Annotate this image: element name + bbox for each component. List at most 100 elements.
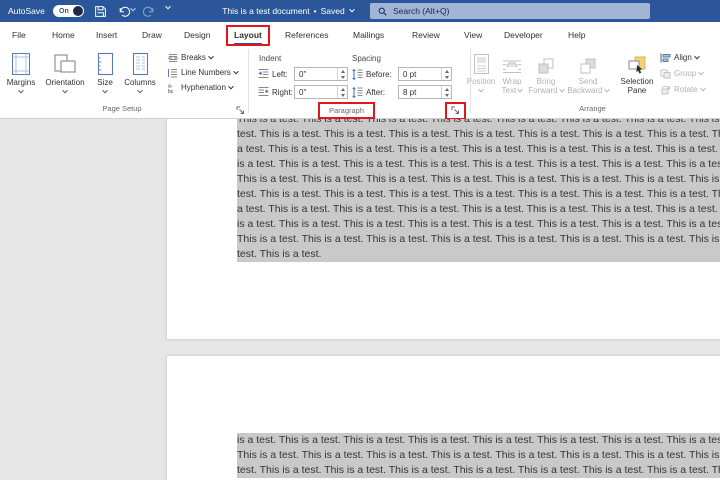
selection-pane-label-2: Pane [628,86,647,95]
position-dropdown-chevron-icon [478,87,484,93]
group-dropdown-chevron-icon [698,69,704,75]
title-dropdown-chevron-icon [349,7,355,13]
ribbon-tab-bar: File Home Insert Draw Design Layout Refe… [0,22,720,47]
indent-left-value: 0" [295,68,337,80]
page-2-selected-text[interactable]: is a test. This is a test. This is a tes… [237,433,720,478]
paragraph-dialog-launcher[interactable] [451,106,461,116]
annotation-box-paragraph-label: Paragraph [318,102,375,119]
send-backward-dropdown-chevron-icon [604,87,610,93]
margins-icon [4,49,38,76]
tab-draw[interactable]: Draw [142,22,162,47]
hyphenation-dropdown-chevron-icon [228,83,234,89]
rotate-icon [660,85,671,95]
send-backward-label-2: Backward [567,86,602,95]
spacing-before-spinner[interactable] [441,68,451,80]
search-input[interactable]: Search (Alt+Q) [370,3,650,19]
spacing-after-row: After: [352,87,385,98]
send-backward-icon [566,49,610,75]
document-title[interactable]: This is a test document • Saved [213,0,363,22]
orientation-icon [41,49,89,76]
send-backward-button-disabled: Send Backward [566,49,610,95]
size-dropdown-chevron-icon [102,88,108,94]
align-dropdown-chevron-icon [694,53,700,59]
orientation-dropdown-chevron-icon [62,88,68,94]
margins-button[interactable]: Margins [4,49,38,97]
tab-mailings[interactable]: Mailings [353,22,384,47]
spacing-after-spinner[interactable] [441,86,451,98]
indent-section-label: Indent [259,54,281,63]
selection-pane-button[interactable]: Selection Pane [616,49,658,95]
indent-right-label: Right: [272,88,293,97]
page-setup-group-label: Page Setup [0,104,244,113]
align-button[interactable]: Align [660,52,699,63]
size-icon [91,49,119,76]
indent-left-spinner[interactable] [337,68,347,80]
tab-view[interactable]: View [464,22,482,47]
columns-button[interactable]: Columns [120,49,160,97]
selection-pane-label-1: Selection [621,77,654,86]
breaks-button[interactable]: Breaks [168,52,213,63]
indent-right-row: Right: [258,87,293,97]
wrap-text-icon [497,49,527,75]
align-icon [660,53,671,63]
columns-label: Columns [120,78,160,87]
bring-forward-dropdown-chevron-icon [559,87,565,93]
indent-right-spinner[interactable] [337,86,347,98]
annotation-box-paragraph-launcher [445,102,466,120]
tab-design[interactable]: Design [184,22,210,47]
autosave-toggle[interactable]: On [53,5,84,17]
quick-access-toolbar-menu-icon[interactable] [163,6,172,10]
bring-forward-button-disabled: Bring Forward [527,49,565,95]
title-bar: AutoSave On This is a test document • Sa… [0,0,720,22]
indent-right-value: 0" [295,86,337,98]
tab-references[interactable]: References [285,22,328,47]
document-title-text: This is a test document [222,6,309,16]
undo-icon[interactable] [116,3,132,19]
autosave-toggle-knob [73,6,83,16]
indent-left-icon [258,69,269,79]
tab-developer[interactable]: Developer [504,22,543,47]
hyphenation-button[interactable]: a- bc Hyphenation [168,82,233,93]
spacing-after-label: After: [366,88,385,97]
indent-right-icon [258,87,269,97]
spacing-section-label: Spacing [352,54,381,63]
indent-left-input[interactable]: 0" [294,67,348,81]
save-icon[interactable] [92,3,108,19]
breaks-icon [168,53,178,63]
tab-file[interactable]: File [12,22,26,47]
arrange-group-label: Arrange [470,104,715,113]
search-placeholder: Search (Alt+Q) [393,6,449,16]
wrap-text-button-disabled: Wrap Text [497,49,527,95]
rotate-button-disabled: Rotate [660,84,705,95]
document-canvas[interactable]: This is a test. This is a test. This is … [0,119,720,480]
page-setup-dialog-launcher[interactable] [236,106,246,116]
wrap-text-label-2: Text [502,86,517,95]
autosave-toggle-state: On [59,8,69,15]
indent-right-input[interactable]: 0" [294,85,348,99]
indent-left-row: Left: [258,69,288,79]
tab-insert[interactable]: Insert [96,22,117,47]
bring-forward-label-2: Forward [528,86,557,95]
line-numbers-button[interactable]: Line Numbers [168,67,238,78]
tab-home[interactable]: Home [52,22,75,47]
orientation-label: Orientation [41,78,89,87]
group-icon [660,69,671,79]
tab-review[interactable]: Review [412,22,440,47]
spacing-before-icon [352,69,363,80]
spacing-after-input[interactable]: 8 pt [398,85,452,99]
spacing-before-input[interactable]: 0 pt [398,67,452,81]
tab-help[interactable]: Help [568,22,585,47]
title-separator: • [314,6,317,16]
spacing-after-icon [352,87,363,98]
group-button-disabled: Group [660,68,703,79]
ribbon: Margins Orientation Size C [0,47,720,119]
page-1-selected-text[interactable]: This is a test. This is a test. This is … [237,119,720,262]
page-2-lead-fragment: is a test. [237,434,276,446]
orientation-button[interactable]: Orientation [41,49,89,97]
send-backward-label-1: Send [579,77,598,86]
size-button[interactable]: Size [91,49,119,97]
spacing-before-row: Before: [352,69,392,80]
margins-label: Margins [4,78,38,87]
rotate-dropdown-chevron-icon [700,85,706,91]
line-numbers-label: Line Numbers [181,68,231,77]
